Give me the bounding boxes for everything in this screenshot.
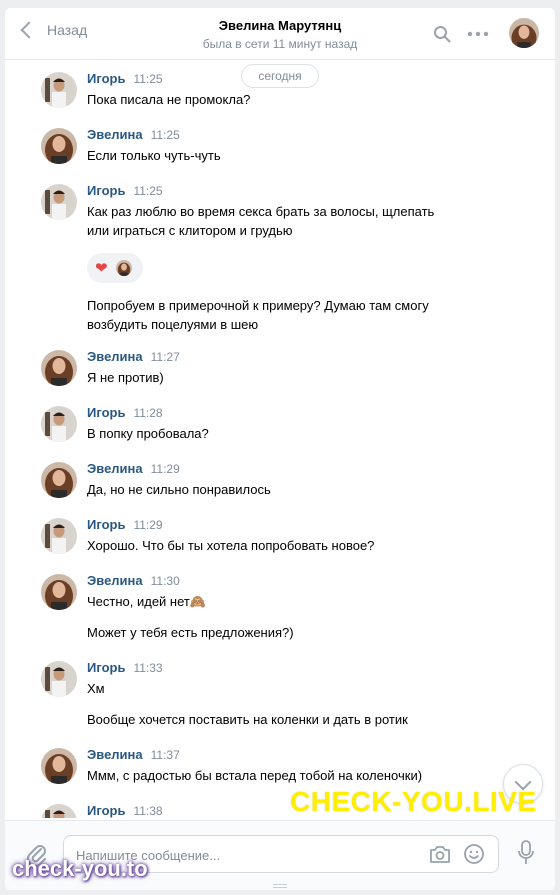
sender-name[interactable]: Эвелина 11:27 xyxy=(87,349,180,364)
sender-name-text: Эвелина xyxy=(87,127,143,142)
chat-header: Назад Эвелина Марутянц была в сети 11 ми… xyxy=(5,8,555,60)
more-icon[interactable] xyxy=(467,31,489,37)
reactor-avatar xyxy=(115,260,132,276)
sender-name-text: Игорь xyxy=(87,660,126,675)
contact-avatar[interactable] xyxy=(509,18,539,48)
message-text: Я не против) xyxy=(87,370,164,385)
sender-name[interactable]: Эвелина 11:30 xyxy=(87,573,180,588)
sender-name-text: Эвелина xyxy=(87,461,143,476)
message-time: 11:25 xyxy=(133,184,163,198)
sender-avatar[interactable] xyxy=(41,748,77,784)
sender-name[interactable]: Эвелина 11:25 xyxy=(87,127,180,142)
sender-avatar[interactable] xyxy=(41,462,77,498)
message-text: Как раз люблю во время секса брать за во… xyxy=(87,204,435,219)
message-text: Хм xyxy=(87,681,105,696)
message-time: 11:33 xyxy=(133,661,163,675)
watermark-main: CHECK-YOU.LIVE xyxy=(290,786,537,817)
sender-name-text: Эвелина xyxy=(87,573,143,588)
sender-name[interactable]: Игорь 11:33 xyxy=(87,660,163,675)
online-status: была в сети 11 минут назад xyxy=(202,37,358,51)
heart-icon: ❤ xyxy=(95,260,108,277)
sender-name-text: Эвелина xyxy=(87,349,143,364)
sender-name-text: Эвелина xyxy=(87,747,143,762)
sender-avatar[interactable] xyxy=(41,804,77,818)
sender-name[interactable]: Игорь 11:29 xyxy=(87,517,163,532)
sender-name[interactable]: Эвелина 11:29 xyxy=(87,461,180,476)
date-separator: сегодня xyxy=(241,64,319,88)
sender-avatar[interactable] xyxy=(41,128,77,164)
message-time: 11:30 xyxy=(150,574,180,588)
sender-name-text: Игорь xyxy=(87,183,126,198)
camera-icon[interactable] xyxy=(429,844,451,864)
message-text: Ммм, с радостью бы встала перед тобой на… xyxy=(87,768,423,783)
message-text: Пока писала не промокла? xyxy=(87,92,251,107)
sender-name[interactable]: Игорь 11:38 xyxy=(87,803,163,818)
sender-name-text: Игорь xyxy=(87,517,126,532)
sender-avatar[interactable] xyxy=(41,574,77,610)
resize-handle[interactable] xyxy=(273,884,287,888)
message-history[interactable]: Игорь 11:25 Пока писала не промокла? Эвелин… xyxy=(5,60,555,818)
message-text: Может у тебя есть предложения?) xyxy=(87,625,294,640)
sender-avatar[interactable] xyxy=(41,518,77,554)
sender-name[interactable]: Игорь 11:25 xyxy=(87,71,163,86)
sender-name[interactable]: Игорь 11:25 xyxy=(87,183,163,198)
microphone-icon[interactable] xyxy=(517,839,535,867)
search-icon[interactable] xyxy=(433,25,451,43)
message-text: Хорошо. Что бы ты хотела попробовать нов… xyxy=(87,538,375,553)
sender-avatar[interactable] xyxy=(41,72,77,108)
sender-avatar[interactable] xyxy=(41,350,77,386)
message-text: возбудить поцелуями в шею xyxy=(87,317,259,332)
message-time: 11:37 xyxy=(150,748,180,762)
message-text: Честно, идей нет🙈 xyxy=(87,594,207,609)
message-time: 11:25 xyxy=(150,128,180,142)
sender-name[interactable]: Игорь 11:28 xyxy=(87,405,163,420)
smile-icon[interactable] xyxy=(463,843,485,865)
message-time: 11:29 xyxy=(150,462,180,476)
message-text: или играться с клитором и грудью xyxy=(87,223,293,238)
message-time: 11:25 xyxy=(133,72,163,86)
chat-panel: Назад Эвелина Марутянц была в сети 11 ми… xyxy=(5,8,555,890)
message-time: 11:38 xyxy=(133,804,163,818)
message-time: 11:28 xyxy=(133,406,163,420)
watermark-corner: check-you.to xyxy=(12,856,148,881)
message-text: В попку пробовала? xyxy=(87,426,209,441)
message-time: 11:29 xyxy=(133,518,163,532)
message-text: Если только чуть-чуть xyxy=(87,148,221,163)
reaction-pill[interactable]: ❤ xyxy=(87,253,143,283)
sender-avatar[interactable] xyxy=(41,661,77,697)
sender-name-text: Игорь xyxy=(87,405,126,420)
sender-avatar[interactable] xyxy=(41,406,77,442)
message-text: Да, но не сильно понравилось xyxy=(87,482,271,497)
sender-name[interactable]: Эвелина 11:37 xyxy=(87,747,180,762)
sender-name-text: Игорь xyxy=(87,71,126,86)
sender-name-text: Игорь xyxy=(87,803,126,818)
sender-avatar[interactable] xyxy=(41,184,77,220)
message-text: Попробуем в примерочной к примеру? Думаю… xyxy=(87,298,429,313)
message-text: Вообще хочется поставить на коленки и да… xyxy=(87,712,408,727)
message-time: 11:27 xyxy=(150,350,180,364)
